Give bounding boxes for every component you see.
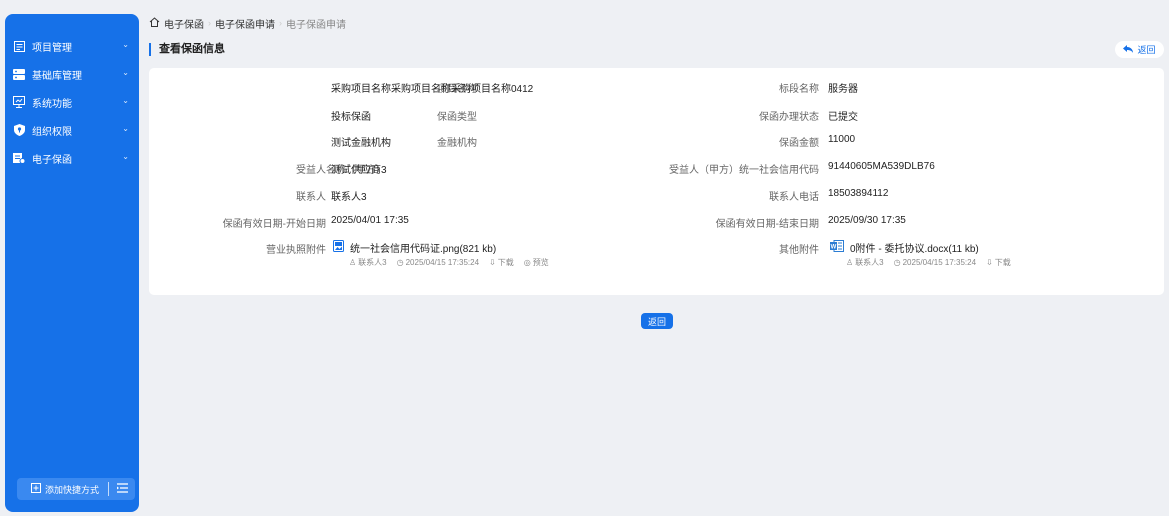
upload-time: ◷ 2025/04/15 17:35:24 [893, 258, 977, 267]
sidebar-item-label: 组织权限 [32, 126, 72, 138]
sidebar-item-system[interactable]: 系统功能 ⌄ [5, 92, 139, 112]
word-file-icon: W [830, 240, 844, 255]
project-name-value: 采购项目名称采购项目名称采购项目名称0412 [331, 84, 534, 95]
start-date-label: 保函有效日期-开始日期 [222, 219, 326, 230]
sidebar-item-label: 系统功能 [32, 98, 72, 110]
phone-value: 18503894112 [828, 188, 889, 199]
download-button[interactable]: ⇩ 下载 [489, 257, 514, 268]
other-attachment: W 0附件 - 委托协议.docx(11 kb) ♙ 联系人3 ◷ 2025/04/… [830, 240, 1011, 268]
chevron-down-icon: ⌄ [122, 96, 129, 105]
sidebar-item-label: 基础库管理 [32, 70, 82, 82]
chevron-down-icon: ⌄ [122, 152, 129, 161]
home-icon[interactable] [149, 16, 160, 30]
institution-value: 测试金融机构 [331, 138, 391, 149]
page-title: 查看保函信息 [149, 43, 225, 56]
breadcrumb-item[interactable]: 电子保函 [164, 16, 204, 31]
amount-value: 11000 [828, 134, 856, 145]
guarantee-type-value: 投标保函 [331, 112, 371, 123]
monitor-icon [13, 96, 25, 108]
status-label: 保函办理状态 [759, 112, 819, 123]
plus-box-icon [31, 483, 41, 495]
guarantee-icon [13, 152, 25, 164]
license-label: 营业执照附件 [266, 245, 326, 256]
chevron-right-icon: › [279, 18, 282, 28]
clock-icon: ◷ [396, 258, 404, 267]
status-value: 已提交 [828, 112, 858, 123]
contact-value: 联系人3 [331, 192, 367, 203]
license-attachment: 统一社会信用代码证.png(821 kb) ♙ 联系人3 ◷ 2025/04/15 … [333, 240, 549, 268]
shield-icon [13, 124, 25, 136]
other-attachment-label: 其他附件 [779, 245, 819, 256]
back-button-bottom[interactable]: 返回 [641, 313, 673, 329]
shortcut-bar: 添加快捷方式 [17, 478, 135, 500]
add-shortcut-label: 添加快捷方式 [45, 484, 100, 495]
sidebar-item-database[interactable]: 基础库管理 ⌄ [5, 64, 139, 84]
institution-label: 金融机构 [437, 138, 477, 149]
menu-icon [116, 483, 128, 495]
chevron-right-icon: › [208, 18, 211, 28]
add-shortcut-button[interactable]: 添加快捷方式 [17, 483, 108, 496]
breadcrumb-current: 电子保函申请 [286, 19, 346, 31]
section-name-label: 标段名称 [779, 84, 819, 95]
download-icon: ⇩ [489, 258, 496, 267]
clock-icon: ◷ [893, 258, 901, 267]
breadcrumb: 电子保函 › 电子保函申请 › 电子保函申请 [149, 15, 346, 31]
amount-label: 保函金额 [779, 138, 819, 149]
breadcrumb-item[interactable]: 电子保函申请 [215, 16, 275, 31]
preview-button[interactable]: ◎ 预览 [524, 257, 549, 268]
user-icon: ♙ [846, 258, 854, 267]
end-date-value: 2025/09/30 17:35 [828, 215, 906, 226]
sidebar-item-project[interactable]: 项目管理 ⌄ [5, 36, 139, 56]
uploader: ♙ 联系人3 [846, 258, 884, 267]
eye-icon: ◎ [523, 258, 531, 267]
upload-time: ◷ 2025/04/15 17:35:24 [396, 258, 480, 267]
guarantee-type-label: 保函类型 [437, 112, 477, 123]
beneficiary-value: 测试供应商3 [331, 165, 387, 176]
sidebar-item-guarantee[interactable]: 电子保函 ⌄ [5, 148, 139, 168]
download-button[interactable]: ⇩ 下载 [986, 257, 1011, 268]
image-file-icon [333, 240, 344, 255]
chevron-down-icon: ⌄ [122, 124, 129, 133]
other-file-name[interactable]: 0附件 - 委托协议.docx(11 kb) [850, 240, 979, 255]
sidebar: 项目管理 ⌄ 基础库管理 ⌄ 系统功能 ⌄ 组织权限 ⌄ 电子保函 ⌄ 添加快捷… [5, 14, 139, 512]
end-date-label: 保函有效日期-结束日期 [715, 219, 819, 230]
chevron-down-icon: ⌄ [122, 40, 129, 49]
guarantee-info-card: 项目名称 采购项目名称采购项目名称采购项目名称0412 标段名称 服务器 保函类… [149, 68, 1164, 295]
uploader: ♙ 联系人3 [349, 258, 387, 267]
sidebar-item-label: 电子保函 [32, 154, 72, 166]
database-icon [13, 68, 25, 80]
contact-label: 联系人 [296, 192, 326, 203]
download-icon: ⇩ [986, 258, 993, 267]
svg-text:W: W [831, 244, 837, 250]
menu-collapse-button[interactable] [109, 483, 135, 495]
chevron-down-icon: ⌄ [122, 68, 129, 77]
section-name-value: 服务器 [828, 84, 858, 95]
start-date-value: 2025/04/01 17:35 [331, 215, 409, 226]
user-icon: ♙ [349, 258, 357, 267]
sidebar-item-label: 项目管理 [32, 42, 72, 54]
back-button[interactable]: 返回 [1115, 41, 1164, 58]
credit-code-value: 91440605MA539DLB76 [828, 161, 935, 172]
credit-code-label: 受益人（甲方）统一社会信用代码 [669, 165, 819, 176]
sidebar-item-org[interactable]: 组织权限 ⌄ [5, 120, 139, 140]
return-arrow-icon [1123, 44, 1134, 55]
license-file-name[interactable]: 统一社会信用代码证.png(821 kb) [350, 240, 496, 255]
back-button-label: 返回 [1137, 45, 1156, 55]
phone-label: 联系人电话 [769, 192, 819, 203]
project-icon [13, 40, 25, 52]
